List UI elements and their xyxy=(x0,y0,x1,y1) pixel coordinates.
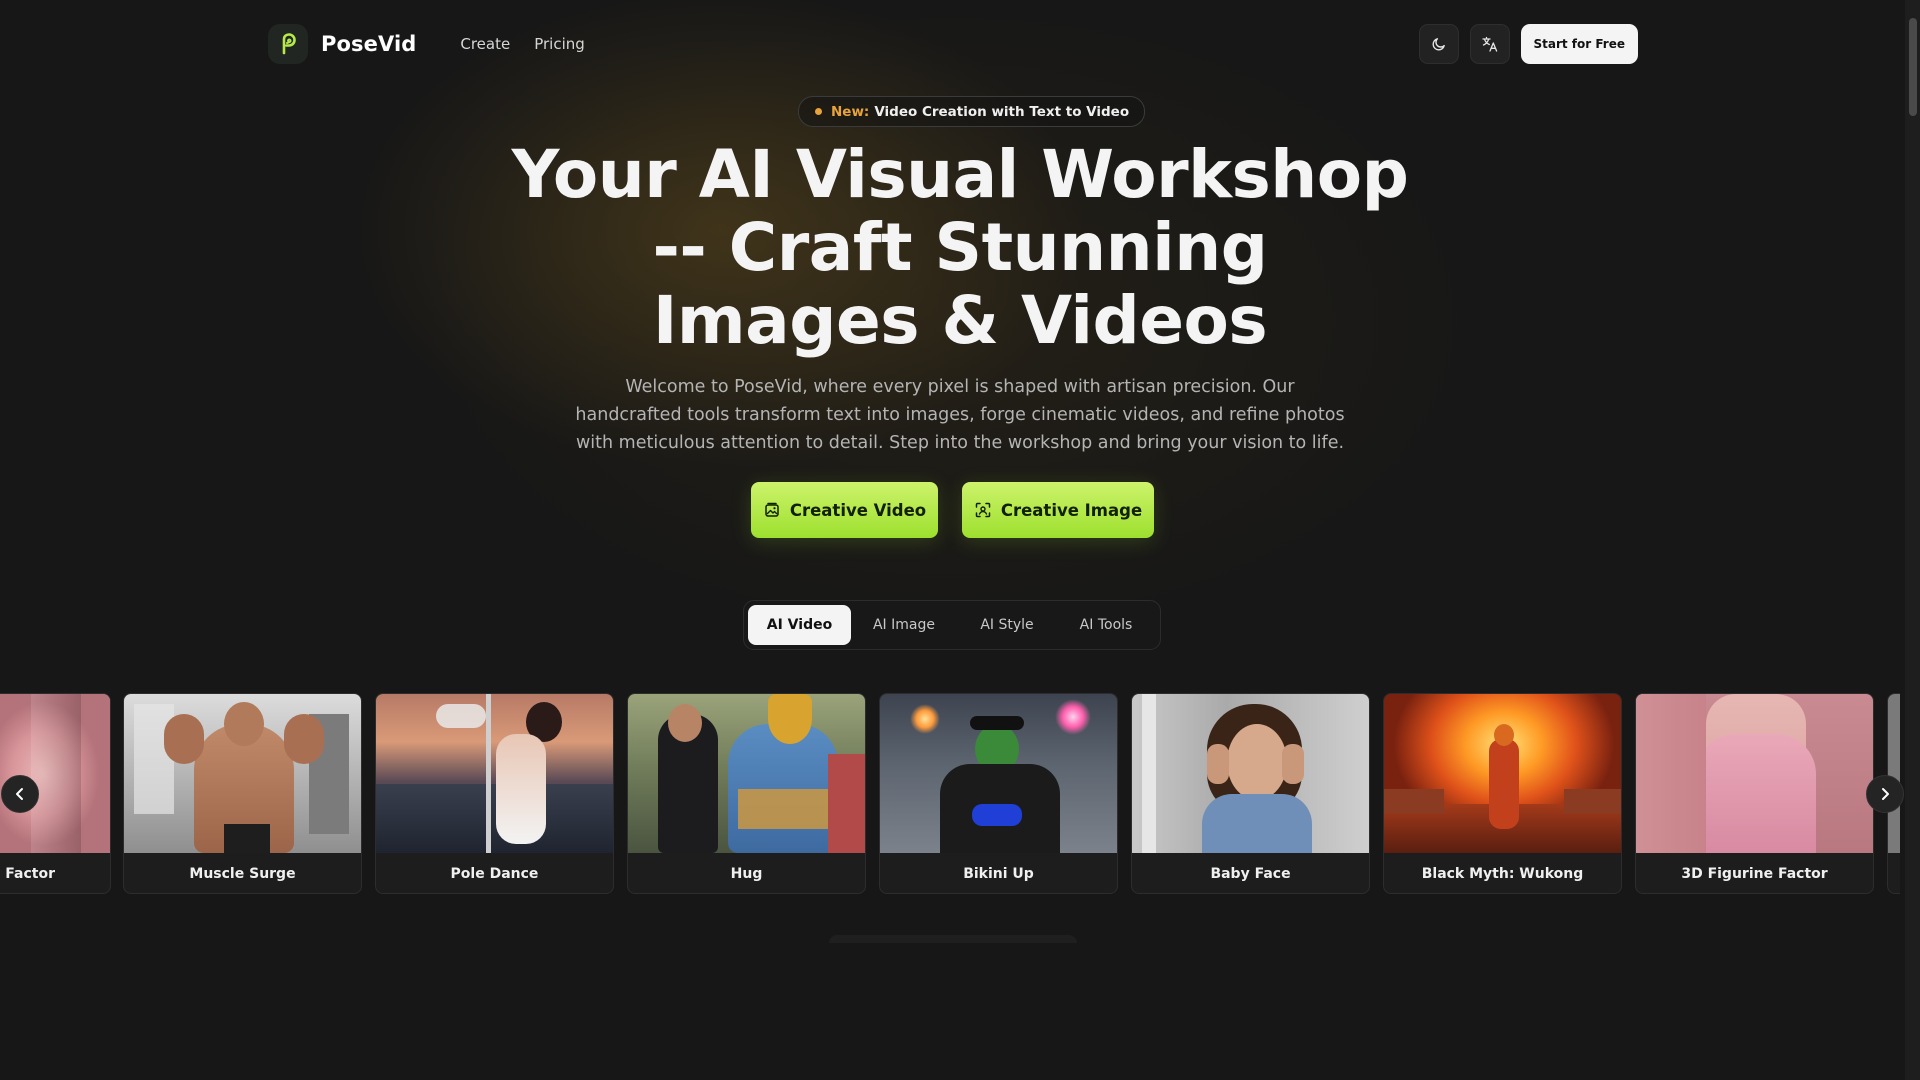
hero-title-line-3: Images & Videos xyxy=(652,282,1268,359)
chevron-right-icon xyxy=(1878,787,1892,801)
card-label: 3D Figurine Factor xyxy=(1681,866,1828,882)
badge-new-label: New: xyxy=(831,103,870,120)
card-label: Baby Face xyxy=(1210,866,1291,882)
badge-text: Video Creation with Text to Video xyxy=(874,103,1130,120)
theme-toggle-button[interactable] xyxy=(1418,24,1459,64)
template-card[interactable]: Bikini Up xyxy=(879,693,1118,894)
video-gallery-icon xyxy=(763,501,781,519)
template-card[interactable]: Muscle Surge xyxy=(123,693,362,894)
creative-video-button[interactable]: Creative Video xyxy=(751,482,938,538)
template-carousel: Factor Muscle Surge Pole Dance Hug Bikin… xyxy=(0,693,1900,894)
carousel-prev-button[interactable] xyxy=(1,775,39,813)
top-nav: PoseVid Create Pricing Start for Free xyxy=(268,22,1638,66)
card-thumbnail xyxy=(1636,694,1873,853)
start-for-free-button[interactable]: Start for Free xyxy=(1520,24,1638,64)
card-thumbnail xyxy=(0,694,110,853)
cta-row: Creative Video Creative Image xyxy=(751,482,1154,538)
card-thumbnail xyxy=(628,694,865,853)
card-thumbnail xyxy=(1888,694,1900,853)
section-divider xyxy=(829,935,1077,943)
chevron-left-icon xyxy=(13,787,27,801)
hero-description: Welcome to PoseVid, where every pixel is… xyxy=(575,377,1345,453)
moon-icon xyxy=(1431,36,1447,52)
hero-title-line-1: Your AI Visual Workshop xyxy=(511,136,1409,213)
card-label: Muscle Surge xyxy=(189,866,296,882)
template-card[interactable]: Baby Face xyxy=(1131,693,1370,894)
card-thumbnail xyxy=(880,694,1117,853)
language-button[interactable] xyxy=(1469,24,1510,64)
brand-name[interactable]: PoseVid xyxy=(321,32,416,56)
template-card[interactable]: Pole Dance xyxy=(375,693,614,894)
creative-image-button[interactable]: Creative Image xyxy=(962,482,1154,538)
image-scan-icon xyxy=(974,501,992,519)
card-label: Factor xyxy=(5,866,55,882)
nav-actions: Start for Free xyxy=(1418,24,1638,64)
card-thumbnail xyxy=(124,694,361,853)
template-card[interactable]: Black Myth: Wukong xyxy=(1383,693,1622,894)
card-label: Hug xyxy=(730,866,763,882)
carousel-next-button[interactable] xyxy=(1866,775,1904,813)
page: PoseVid Create Pricing Start for Free Ne… xyxy=(0,0,1920,1080)
card-label: Pole Dance xyxy=(450,866,539,882)
card-thumbnail xyxy=(1132,694,1369,853)
page-scrollbar[interactable] xyxy=(1905,0,1920,1080)
card-label: Black Myth: Wukong xyxy=(1421,866,1584,882)
tab-ai-tools[interactable]: AI Tools xyxy=(1057,605,1155,645)
scrollbar-thumb[interactable] xyxy=(1909,18,1917,116)
card-thumbnail xyxy=(1384,694,1621,853)
hero-title: Your AI Visual Workshop -- Craft Stunnin… xyxy=(460,138,1460,357)
creative-video-label: Creative Video xyxy=(789,500,927,520)
nav-link-create[interactable]: Create xyxy=(460,35,510,53)
card-label: Bikini Up xyxy=(963,866,1034,882)
tab-ai-style[interactable]: AI Style xyxy=(957,605,1057,645)
badge-dot xyxy=(815,108,822,115)
translate-icon xyxy=(1481,35,1499,53)
posevid-logo-icon[interactable] xyxy=(268,24,308,64)
nav-link-pricing[interactable]: Pricing xyxy=(534,35,585,53)
hero-title-line-2: -- Craft Stunning xyxy=(652,209,1268,286)
card-thumbnail xyxy=(376,694,613,853)
tab-ai-image[interactable]: AI Image xyxy=(851,605,957,645)
new-feature-badge[interactable]: New: Video Creation with Text to Video xyxy=(798,96,1146,127)
template-card[interactable]: Hug xyxy=(627,693,866,894)
category-tabs: AI Video AI Image AI Style AI Tools xyxy=(743,600,1161,650)
creative-image-label: Creative Image xyxy=(1000,500,1143,520)
template-card[interactable]: 3D Figurine Factor xyxy=(1635,693,1874,894)
tab-ai-video[interactable]: AI Video xyxy=(748,605,851,645)
